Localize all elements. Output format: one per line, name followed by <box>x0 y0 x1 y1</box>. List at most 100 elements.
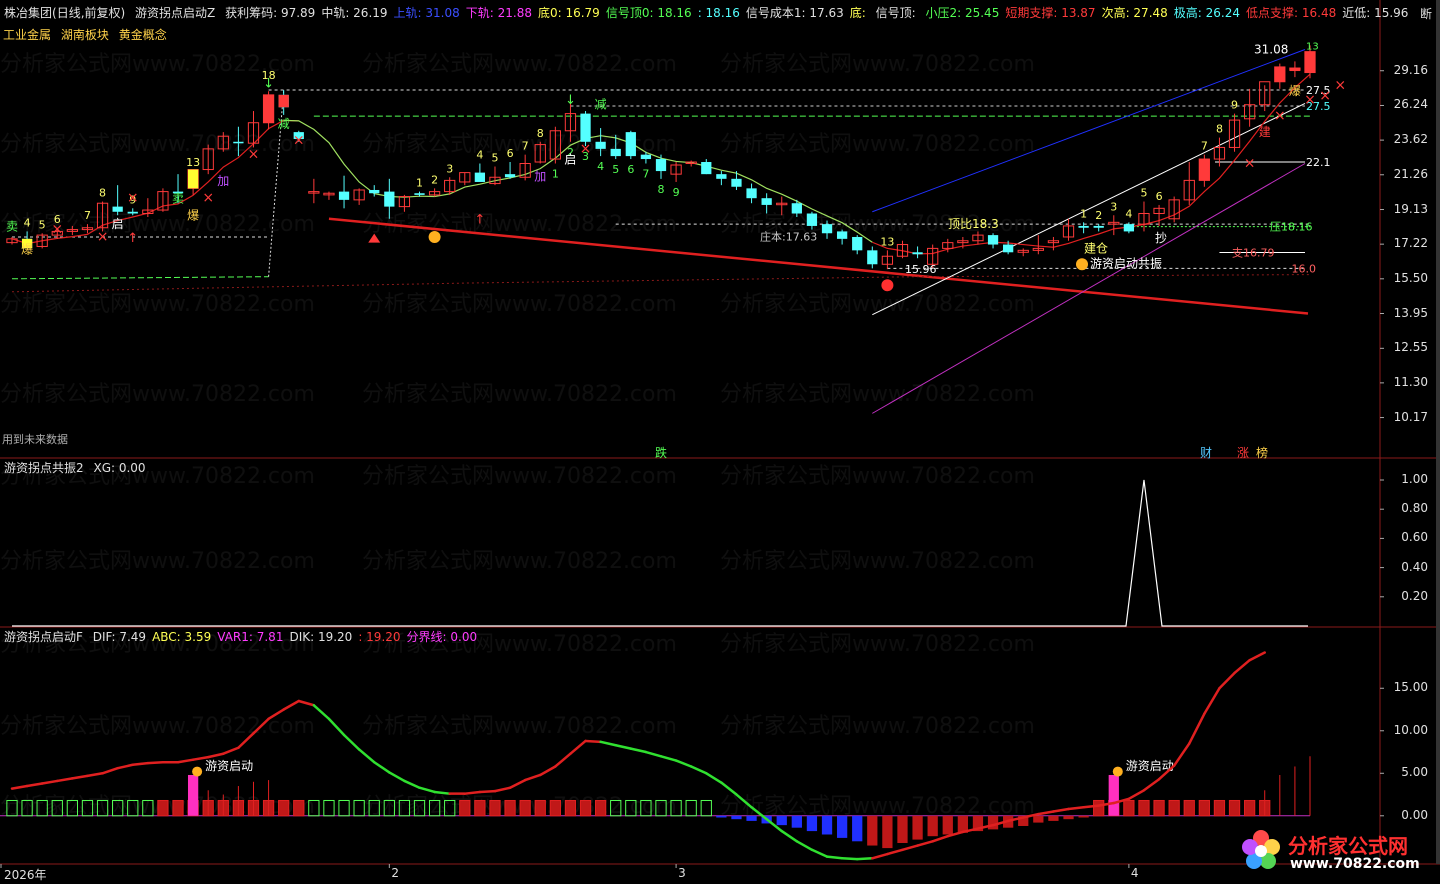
dik-line-segment <box>886 848 904 856</box>
reduce-marker: 减 <box>278 117 290 131</box>
header-value-item: 次高: 27.48 <box>1101 6 1168 20</box>
tag-item[interactable]: 工业金属 <box>3 28 51 42</box>
header-values: DIF: 7.49 ABC: 3.59 VAR1: 7.81 DIK: 19.20: … <box>93 630 483 644</box>
osc-tick-label: 5.00 <box>1401 765 1428 780</box>
tag-item[interactable]: 黄金概念 <box>119 28 167 42</box>
dik-line-segment <box>131 761 150 767</box>
candle-body-filled <box>278 94 289 108</box>
histogram-bar <box>36 799 48 817</box>
event-label[interactable]: 涨 <box>1237 444 1249 461</box>
xg-tick-label: 1.00 <box>1401 472 1428 486</box>
stock-name[interactable]: 株冶集团 <box>4 6 52 20</box>
histogram-bar <box>127 799 139 817</box>
indicator-name[interactable]: 游资拐点共振2 <box>4 461 84 475</box>
chart-canvas[interactable]: 4 5 6 78913181 234 5 67812 34 5 6 78 9131 2345 6789爆卖… <box>0 0 1440 884</box>
sell-marker: 卖 <box>6 219 18 233</box>
histogram-bar <box>716 815 727 818</box>
header-values: XG: 0.00 <box>93 461 151 475</box>
candle-body-down <box>1093 225 1104 228</box>
indicator-name[interactable]: 游资拐点启动Z <box>135 6 215 20</box>
event-label[interactable]: 财 <box>1200 444 1212 461</box>
dik-line-segment <box>493 786 512 793</box>
dik-line-segment <box>674 759 693 768</box>
cross-marker: × <box>248 147 260 163</box>
dik-line-segment <box>297 699 316 707</box>
header-values: 获利筹码: 97.89 中轨: 26.19 上轨: 31.08 下轨: 21.88 底0… <box>225 6 1414 20</box>
histogram-bar <box>700 799 712 817</box>
cross-marker: × <box>293 132 305 148</box>
histogram-bar <box>987 815 999 830</box>
start-marker: 启 <box>564 153 576 167</box>
histogram-bar <box>398 799 411 817</box>
dik-line-segment <box>372 760 391 774</box>
histogram-bar <box>66 799 79 817</box>
collapse-button[interactable]: 断 <box>1420 5 1432 22</box>
histogram-bar <box>927 815 938 837</box>
histogram-bar <box>1138 799 1150 817</box>
count-label: 5 <box>1140 187 1147 200</box>
candle-body-filled <box>1274 66 1285 82</box>
main-panel-header: 株冶集团(日线,前复权) 游资拐点启动Z 获利筹码: 97.89 中轨: 26.1… <box>4 5 1420 21</box>
dik-line-segment <box>629 747 648 754</box>
price-tick-label: 23.62 <box>1393 132 1428 147</box>
indicator-name[interactable]: 游资拐点启动F <box>4 630 83 644</box>
candle-body-down <box>912 252 923 255</box>
header-value-item: XG: 0.00 <box>93 461 146 475</box>
down-arrow-icon: ↓ <box>565 93 576 108</box>
dik-line-segment <box>554 752 572 768</box>
tag-item[interactable]: 湖南板块 <box>61 28 109 42</box>
header-value-item: DIK: 19.20 <box>289 630 353 644</box>
candle-body-filled <box>263 94 274 123</box>
count-label: 9 <box>673 186 680 199</box>
count-label: 8 <box>1216 123 1223 136</box>
dik-line-segment <box>689 765 708 775</box>
cross-marker: × <box>1319 88 1331 104</box>
dik-line-segment <box>584 739 602 744</box>
dik-line-segment <box>931 834 950 843</box>
cross-marker: × <box>202 190 214 206</box>
event-label[interactable]: 跌 <box>655 444 667 461</box>
header-value-item: 下轨: 21.88 <box>465 6 532 20</box>
header-value-item: 信号成本1: 17.63 <box>745 6 844 20</box>
date-tick-label: 3 <box>678 866 686 880</box>
histogram-bar <box>640 799 652 817</box>
histogram-bar <box>1078 815 1089 818</box>
add-marker: 加 <box>534 169 546 183</box>
header-value-item: 小压2: 25.45 <box>925 6 1000 20</box>
candle-body-down <box>127 211 138 214</box>
osc-tick-label: 15.00 <box>1393 680 1428 695</box>
histogram-bar <box>293 799 305 817</box>
histogram-bar <box>519 799 531 817</box>
dik-line-segment <box>1248 651 1266 662</box>
candle-body-down <box>112 206 123 212</box>
histogram-bar <box>882 815 893 849</box>
dik-line-segment <box>1203 687 1221 716</box>
candle-body-down <box>731 178 742 187</box>
candle-body-filled <box>1304 51 1316 73</box>
candle-body-down <box>474 172 486 182</box>
histogram-bar <box>1063 815 1074 820</box>
dik-line-segment <box>10 784 29 790</box>
dik-line-segment <box>357 748 376 764</box>
count-label: 8 <box>658 183 665 196</box>
histogram-bar <box>353 799 365 817</box>
candle-body-down <box>384 191 395 207</box>
header-value-item: 信号顶0: 18.16 <box>605 6 692 20</box>
event-label[interactable]: 榜 <box>1256 444 1268 461</box>
histogram-bar <box>308 799 320 817</box>
histogram-bar <box>1183 799 1195 817</box>
histogram-bar <box>489 799 501 817</box>
up-arrow-icon: ↑ <box>474 213 485 228</box>
header-value-item: 获利筹码: 97.89 <box>225 6 316 20</box>
dik-line-segment <box>871 852 889 860</box>
count-label: 7 <box>84 209 91 222</box>
dik-line-segment <box>1218 671 1236 690</box>
histogram-bar <box>776 815 787 826</box>
top-ratio-label: 顶比18.3 <box>948 217 999 231</box>
upper-band-label: 31.08 <box>1254 43 1288 57</box>
count-label: 4 <box>24 216 31 229</box>
dik-line-segment <box>176 758 195 764</box>
count-label: 8 <box>537 127 544 140</box>
histogram-bar <box>172 799 184 817</box>
level-label: 22.1 <box>1306 156 1331 169</box>
